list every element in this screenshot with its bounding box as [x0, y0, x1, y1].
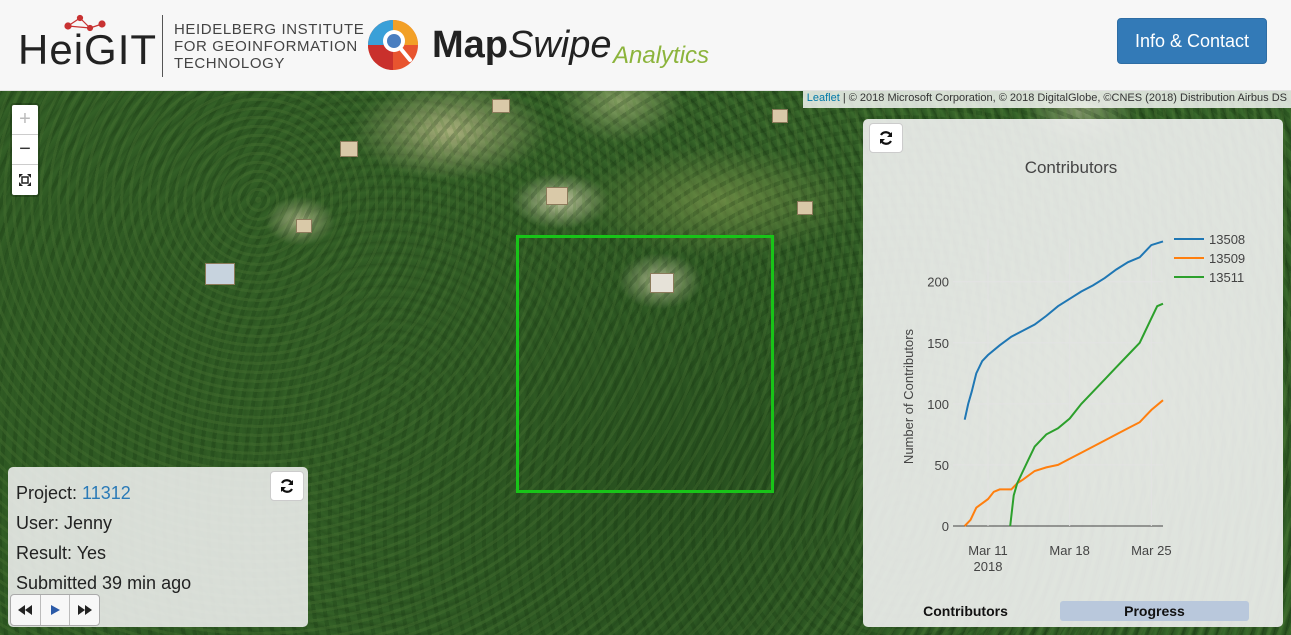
heigit-full-name: HEIDELBERG INSTITUTE FOR GEOINFORMATION … — [174, 21, 364, 72]
mapswipe-title-italic: Swipe — [508, 24, 612, 66]
mapswipe-analytics-label: Analytics — [613, 42, 710, 69]
y-tick-label: 200 — [927, 275, 949, 290]
rewind-button[interactable] — [11, 595, 41, 625]
map-attribution: Leaflet | © 2018 Microsoft Corporation, … — [802, 91, 1291, 108]
chart-panel: Contributors 0 50 100 150 200 Mar 11 2018 Mar 18… — [863, 119, 1283, 627]
y-tick-label: 100 — [927, 397, 949, 412]
task-tile-outline — [516, 235, 774, 493]
chart-title: Contributors — [1025, 158, 1118, 177]
zoom-control: + − — [10, 103, 40, 197]
y-tick-label: 0 — [942, 519, 949, 534]
leaflet-link[interactable]: Leaflet — [807, 92, 840, 104]
mapswipe-title-bold: Map — [432, 24, 508, 66]
heigit-name-line-1: HEIDELBERG INSTITUTE — [174, 21, 365, 38]
zoom-out-button[interactable]: − — [12, 135, 38, 165]
x-tick-label: Mar 11 — [968, 543, 1008, 558]
heigit-logo-text: HeiGIT — [18, 26, 158, 73]
fullscreen-button[interactable] — [12, 165, 38, 195]
submitted-line: Submitted 39 min ago — [16, 573, 192, 593]
map-building — [205, 263, 235, 285]
map-building — [546, 187, 568, 205]
y-axis-label: Number of Contributors — [901, 328, 916, 464]
map-building — [492, 99, 510, 113]
playback-controls — [10, 594, 100, 626]
fullscreen-icon — [19, 174, 31, 186]
series-line-13511 — [1009, 302, 1164, 527]
play-icon — [50, 605, 60, 615]
mapswipe-logo-icon — [368, 20, 418, 70]
contributors-chart: Contributors 0 50 100 150 200 Mar 112018 Mar 18… — [901, 158, 1245, 574]
attribution-text: | © 2018 Microsoft Corporation, © 2018 D… — [839, 92, 1287, 104]
mapswipe-title: MapSwipe — [432, 24, 612, 67]
y-tick-label: 150 — [927, 336, 949, 351]
x-tick-label: 2018 — [974, 559, 1003, 574]
y-tick-label: 50 — [935, 458, 949, 473]
fast-forward-icon — [77, 605, 92, 615]
refresh-icon — [280, 479, 294, 493]
legend-label: 13508 — [1209, 232, 1245, 247]
x-tick-label: Mar 18 — [1049, 543, 1089, 558]
map-building — [340, 141, 358, 157]
info-contact-button[interactable]: Info & Contact — [1117, 18, 1267, 64]
project-id-link[interactable]: 11312 — [82, 483, 131, 503]
project-label: Project: — [16, 483, 83, 503]
info-refresh-button[interactable] — [270, 471, 304, 501]
info-panel: Project: 11312 User: Jenny Result: Yes S… — [8, 467, 308, 627]
play-button[interactable] — [41, 595, 71, 625]
series-line-13508 — [963, 240, 1164, 420]
map-building — [772, 109, 788, 123]
user-line: User: Jenny — [16, 513, 113, 533]
rewind-icon — [18, 605, 33, 615]
zoom-in-button[interactable]: + — [12, 105, 38, 135]
tab-contributors[interactable]: Contributors — [873, 601, 1058, 621]
tab-progress[interactable]: Progress — [1060, 601, 1249, 621]
legend-label: 13511 — [1209, 270, 1244, 285]
chart-tabs: Contributors Progress — [863, 601, 1283, 623]
header: HeiGIT HEIDELBERG INSTITUTE FOR GEOINFOR… — [0, 0, 1291, 91]
heigit-name-line-3: TECHNOLOGY — [174, 55, 286, 72]
result-line: Result: Yes — [16, 543, 107, 563]
map-building — [296, 219, 312, 233]
fast-forward-button[interactable] — [70, 595, 99, 625]
satellite-map[interactable]: Leaflet | © 2018 Microsoft Corporation, … — [0, 91, 1291, 635]
logo-divider — [162, 15, 163, 77]
map-building — [797, 201, 813, 215]
x-tick-label: Mar 25 — [1131, 543, 1171, 558]
legend-label: 13509 — [1209, 251, 1245, 266]
heigit-name-line-2: FOR GEOINFORMATION — [174, 38, 358, 55]
project-line: Project: 11312 — [16, 483, 131, 504]
series-line-13509 — [963, 399, 1164, 527]
